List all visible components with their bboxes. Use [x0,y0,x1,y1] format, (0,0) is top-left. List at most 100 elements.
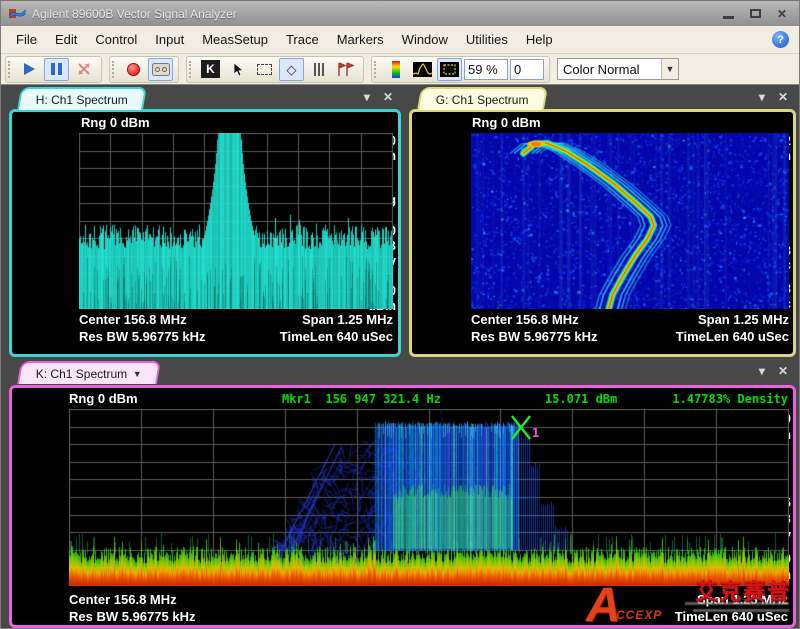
watermark-fineprint [693,609,789,612]
menu-input[interactable]: Input [146,28,193,51]
app-icon [9,6,26,21]
selection-rect-icon [257,64,272,75]
toolbar-group-display [371,56,550,83]
toolbar-grip[interactable] [112,61,116,78]
menu-bar: File Edit Control Input MeasSetup Trace … [1,26,799,54]
chevron-down-icon: ▼ [661,59,678,79]
app-window: Agilent 89600B Vector Signal Analyzer ✕ … [0,0,800,629]
marker1-x-icon[interactable] [508,414,534,440]
h-spectrum-plot[interactable] [79,133,393,309]
tab-k-label: K: Ch1 Spectrum [36,367,127,381]
k-trace-icon: K [201,60,220,78]
window-title: Agilent 89600B Vector Signal Analyzer [32,7,717,21]
menu-meassetup[interactable]: MeasSetup [193,28,277,51]
maximize-button[interactable] [750,9,761,18]
center-freq-label: Center 156.8 MHz [69,592,177,607]
k-trace-button[interactable]: K [198,58,223,81]
watermark-logo-text: CCEXP [616,608,662,622]
marker-tool-button[interactable]: ◇ [279,58,304,81]
menu-trace[interactable]: Trace [277,28,328,51]
tab-g-ch1-spectrum[interactable]: G: Ch1 Spectrum [417,87,548,110]
select-tool-button[interactable] [225,58,250,81]
toolbar-grip[interactable] [8,61,12,78]
range-label: Rng 0 dBm [81,115,150,130]
menu-help[interactable]: Help [517,28,562,51]
menu-control[interactable]: Control [86,28,146,51]
toolbar-grip[interactable] [374,61,378,78]
rainbow-bar-icon [392,61,400,78]
timelen-label: TimeLen 640 uSec [280,329,393,344]
pane-g: G: Ch1 Spectrum ▾ ✕ Rng 0 dBm 22 dBm △ 1… [409,87,796,357]
menu-file[interactable]: File [7,28,46,51]
pane-h-body: Rng 0 dBm 0 dBm LogMag 10 dB /div -100 d… [9,109,401,357]
play-button[interactable] [17,58,42,81]
zoom-select-button[interactable] [252,58,277,81]
close-button[interactable]: ✕ [777,8,787,20]
span-label: Span 1.25 MHz [302,312,393,327]
spectrum-trace-icon [413,62,432,77]
marker-readout-freq: Mkr1 156 947 321.4 Hz [282,392,441,406]
help-icon[interactable]: ? [772,31,789,48]
zoom-box-button[interactable] [437,58,462,81]
range-label: Rng 0 dBm [69,391,138,406]
center-freq-label: Center 156.8 MHz [471,312,579,327]
watermark: A CCEXP 艾克赛普 [586,576,791,624]
g-spectrogram-plot[interactable] [471,133,789,309]
toolbar-group-markers: K ◇ [186,56,364,83]
watermark-fineprint [685,602,789,605]
tab-k-ch1-spectrum[interactable]: K: Ch1 Spectrum ▼ [17,361,161,384]
tab-h-ch1-spectrum[interactable]: H: Ch1 Spectrum [17,87,147,110]
k-density-plot[interactable] [69,409,789,586]
pane-k-close-button[interactable]: ✕ [778,365,788,377]
pane-k: K: Ch1 Spectrum ▼ ▾ ✕ Rng 0 dBm Mkr1 156… [9,361,796,628]
tab-g-label: G: Ch1 Spectrum [436,93,529,107]
record-icon [127,63,140,76]
restart-button[interactable] [71,58,96,81]
spectrogram-button[interactable] [410,58,435,81]
menu-markers[interactable]: Markers [328,28,393,51]
record-button[interactable] [121,58,146,81]
pane-g-menu-button[interactable]: ▾ [759,91,765,103]
marker-readout-level: 15.071 dBm [545,392,617,406]
color-scale-button[interactable] [383,58,408,81]
pane-h: H: Ch1 Spectrum ▾ ✕ Rng 0 dBm 0 dBm LogM… [9,87,401,357]
count-field[interactable] [510,59,544,80]
playback-button[interactable] [148,58,173,81]
flags-icon [337,62,355,77]
menu-edit[interactable]: Edit [46,28,86,51]
span-label: Span 1.25 MHz [698,312,789,327]
pane-h-menu-button[interactable]: ▾ [364,91,370,103]
zoom-box-icon [440,62,459,77]
pane-h-close-button[interactable]: ✕ [383,91,393,103]
pane-g-close-button[interactable]: ✕ [778,91,788,103]
play-icon [24,63,35,75]
diamond-marker-icon: ◇ [287,63,297,76]
menu-window[interactable]: Window [393,28,457,51]
menu-utilities[interactable]: Utilities [457,28,517,51]
toolbar-grip[interactable] [189,61,193,78]
minimize-button[interactable] [723,16,734,19]
marker-readout-density: 1.47783% Density [672,392,788,406]
toolbar-group-control [5,56,102,83]
resbw-label: Res BW 5.96775 kHz [471,329,597,344]
resbw-label: Res BW 5.96775 kHz [79,329,205,344]
toolbar: K ◇ [1,54,799,85]
pane-k-body: Rng 0 dBm Mkr1 156 947 321.4 Hz 15.071 d… [9,385,796,628]
vertical-bars-icon [314,63,324,76]
offset-markers-button[interactable] [306,58,331,81]
restart-icon [76,61,92,77]
flag-markers-button[interactable] [333,58,358,81]
timelen-label: TimeLen 640 uSec [676,329,789,344]
resbw-label: Res BW 5.96775 kHz [69,609,195,624]
pane-g-body: Rng 0 dBm 22 dBm △ 12.93 mSec 12.13 mSec… [409,109,796,357]
workspace: H: Ch1 Spectrum ▾ ✕ Rng 0 dBm 0 dBm LogM… [1,85,799,629]
tab-k-dropdown-icon[interactable]: ▼ [133,369,142,379]
color-mode-dropdown[interactable]: Color Normal ▼ [557,58,679,80]
zoom-percent-field[interactable] [464,59,508,80]
pause-button[interactable] [44,58,69,81]
title-bar[interactable]: Agilent 89600B Vector Signal Analyzer ✕ [1,1,799,26]
color-mode-value: Color Normal [558,62,661,77]
cursor-arrow-icon [231,62,244,77]
pane-k-menu-button[interactable]: ▾ [759,365,765,377]
pause-icon [51,63,62,75]
